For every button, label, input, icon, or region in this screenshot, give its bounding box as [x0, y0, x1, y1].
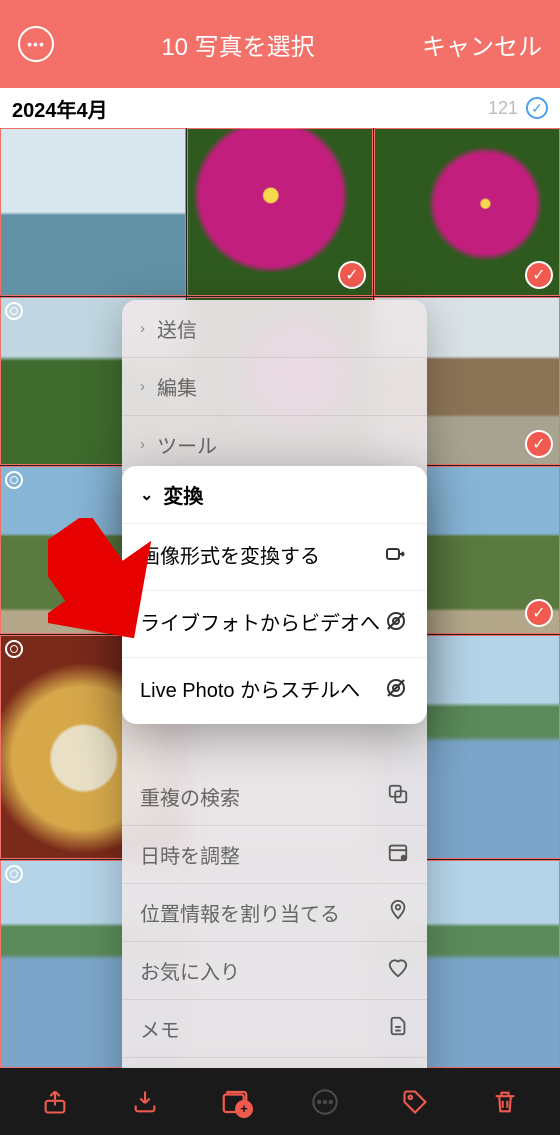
app-header: ••• 10 写真を選択 キャンセル [0, 0, 560, 88]
download-button[interactable] [128, 1085, 162, 1119]
selected-check-icon: ✓ [525, 261, 553, 289]
chevron-down-icon: ⌄ [140, 485, 153, 505]
tag-button[interactable] [398, 1085, 432, 1119]
submenu-item-live-to-still[interactable]: Live Photo からスチルへ [122, 658, 427, 724]
selected-check-icon: ✓ [338, 261, 366, 289]
menu-item-send[interactable]: ›送信 [122, 300, 427, 358]
convert-icon [383, 542, 409, 572]
live-photo-icon [5, 471, 23, 489]
search-icon [387, 783, 409, 811]
section-header: 2024年4月 121 ✓ [0, 88, 560, 128]
doc-icon [387, 1015, 409, 1043]
chevron-right-icon: › [140, 378, 145, 395]
heart-icon [387, 957, 409, 985]
add-to-album-button[interactable]: + [218, 1085, 252, 1119]
share-button[interactable] [38, 1085, 72, 1119]
header-title: 10 写真を選択 [161, 27, 314, 62]
selected-check-icon: ✓ [525, 430, 553, 458]
menu-item-favorite[interactable]: お気に入り [122, 942, 427, 1000]
chevron-right-icon: › [140, 320, 145, 337]
bottom-toolbar: + [0, 1068, 560, 1135]
live-photo-icon [5, 865, 23, 883]
eye-off-icon [383, 609, 409, 639]
pin-icon [387, 899, 409, 927]
section-title: 2024年4月 [12, 94, 108, 123]
menu-item-duplicates[interactable]: 重複の検索 [122, 768, 427, 826]
plus-icon: + [235, 1100, 253, 1118]
selected-check-icon: ✓ [525, 599, 553, 627]
eye-off-icon [383, 676, 409, 706]
live-photo-icon [5, 302, 23, 320]
live-photo-icon [5, 640, 23, 658]
cancel-button[interactable]: キャンセル [422, 27, 542, 62]
more-actions-button[interactable] [308, 1085, 342, 1119]
chevron-right-icon: › [140, 436, 145, 453]
photo-thumb[interactable] [0, 128, 186, 296]
photo-thumb[interactable]: ✓ [374, 128, 560, 296]
menu-item-memo[interactable]: メモ [122, 1000, 427, 1058]
submenu-header[interactable]: ⌄変換 [122, 466, 427, 524]
menu-item-edit[interactable]: ›編集 [122, 358, 427, 416]
section-count: 121 [488, 98, 518, 119]
pointer-arrow-annotation [48, 518, 188, 658]
delete-button[interactable] [488, 1085, 522, 1119]
more-button[interactable]: ••• [18, 26, 54, 62]
select-all-check[interactable]: ✓ [526, 97, 548, 119]
calendar-icon [387, 841, 409, 869]
menu-item-datetime[interactable]: 日時を調整 [122, 826, 427, 884]
photo-thumb[interactable]: ✓ [187, 128, 373, 296]
menu-item-location[interactable]: 位置情報を割り当てる [122, 884, 427, 942]
